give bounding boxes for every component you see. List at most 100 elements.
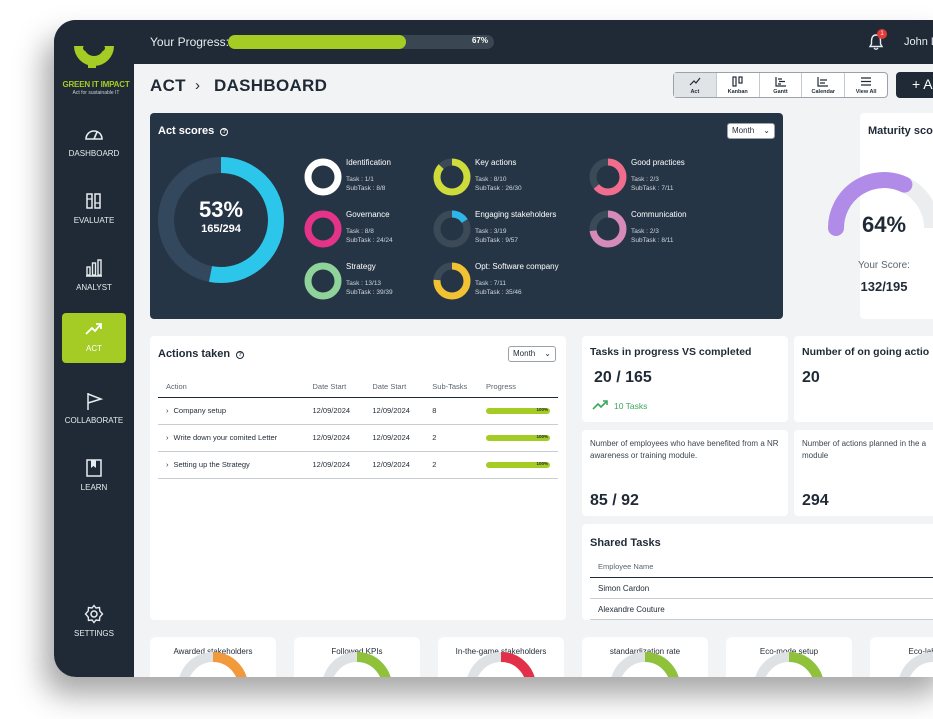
category-task: Task : 7/11 xyxy=(475,280,506,287)
category-name: Strategy xyxy=(346,262,376,271)
kpi-card: standardization rate xyxy=(582,637,708,677)
sidebar-item-act[interactable]: ACT xyxy=(62,313,126,363)
view-gantt-button[interactable]: Gantt xyxy=(760,73,803,97)
action-name: Setting up the Strategy xyxy=(173,460,250,469)
act-category-item[interactable]: Governance Task : 8/8 SubTask : 24/24 xyxy=(304,210,454,256)
progress-value: 100% xyxy=(536,460,548,466)
table-row[interactable]: › Setting up the Strategy 12/09/2024 12/0… xyxy=(158,451,558,479)
act-category-item[interactable]: Communication Task : 2/3 SubTask : 8/11 xyxy=(589,210,739,256)
trend-up-icon xyxy=(689,77,701,86)
category-donut xyxy=(304,210,342,248)
view-switcher: Act Kanban Gantt Calendar View All xyxy=(673,72,888,98)
category-subtask: SubTask : 39/39 xyxy=(346,289,393,296)
category-donut xyxy=(304,158,342,196)
column-header: Employee Name xyxy=(590,556,933,578)
chevron-down-icon: ⌄ xyxy=(544,349,551,358)
gantt-icon xyxy=(774,77,786,87)
chevron-right-icon[interactable]: › xyxy=(166,460,169,469)
category-name: Opt: Software company xyxy=(475,262,559,271)
category-subtask: SubTask : 26/30 xyxy=(475,185,522,192)
category-donut xyxy=(589,158,627,196)
view-all-button[interactable]: View All xyxy=(845,73,887,97)
help-icon[interactable]: ? xyxy=(236,351,245,359)
act-category-item[interactable]: Good practices Task : 2/3 SubTask : 7/11 xyxy=(589,158,739,204)
category-donut xyxy=(433,158,471,196)
logo[interactable]: GREEN IT IMPACT Act for sustainable IT xyxy=(60,38,130,100)
view-label: Act xyxy=(690,89,700,95)
category-name: Identification xyxy=(346,158,391,167)
help-icon[interactable]: ? xyxy=(220,128,229,136)
sidebar-item-collaborate[interactable]: COLLABORATE xyxy=(62,385,126,435)
chevron-down-icon: ⌄ xyxy=(763,126,770,135)
category-name: Engaging stakeholders xyxy=(475,210,557,219)
sidebar-item-label: ACT xyxy=(86,344,102,353)
book-icon xyxy=(86,459,102,477)
app-window: Your Progress: 67% 1 John D GREEN IT IMP… xyxy=(54,20,933,677)
chevron-right-icon[interactable]: › xyxy=(166,406,169,415)
table-row[interactable]: › Company setup 12/09/2024 12/09/2024 8 1… xyxy=(158,397,558,425)
act-category-item[interactable]: Key actions Task : 8/10 SubTask : 26/30 xyxy=(433,158,583,204)
view-label: Kanban xyxy=(727,89,748,95)
clipboard-icon xyxy=(86,193,101,209)
category-task: Task : 8/10 xyxy=(475,176,507,183)
kpi-card: Eco-mode setup xyxy=(726,637,852,677)
sidebar-item-evaluate[interactable]: EVALUATE xyxy=(62,185,126,235)
category-task: Task : 13/13 xyxy=(346,280,382,287)
period-select[interactable]: Month ⌄ xyxy=(727,123,775,139)
ongoing-actions-card: Number of on going actio 20 xyxy=(794,336,933,422)
category-donut xyxy=(433,210,471,248)
kpi-gauge xyxy=(323,652,391,677)
table-row[interactable]: › Write down your comited Letter 12/09/20… xyxy=(158,424,558,452)
subtasks: 2 xyxy=(424,451,478,479)
sidebar-item-settings[interactable]: SETTINGS xyxy=(62,598,126,648)
date-start: 12/09/2024 xyxy=(364,424,425,452)
act-category-item[interactable]: Engaging stakeholders Task : 3/19 SubTask … xyxy=(433,210,583,256)
period-select[interactable]: Month ⌄ xyxy=(508,346,556,362)
employees-value: 85 / 92 xyxy=(590,492,639,509)
view-kanban-button[interactable]: Kanban xyxy=(717,73,760,97)
view-act-button[interactable]: Act xyxy=(674,73,717,97)
user-name[interactable]: John D xyxy=(904,36,933,48)
kpi-gauge xyxy=(755,652,823,677)
act-scores-title: Act scores? xyxy=(158,125,229,137)
column-header: Date Start xyxy=(304,376,365,398)
column-header: Sub-Tasks xyxy=(424,376,478,398)
logo-subtitle: Act for sustainable IT xyxy=(72,90,120,96)
act-category-item[interactable]: Opt: Software company Task : 7/11 SubTask … xyxy=(433,262,583,308)
tasks-progress-value: 20 / 165 xyxy=(594,369,652,386)
employees-card: Number of employees who have benefited f… xyxy=(582,430,788,516)
add-button[interactable]: + A xyxy=(896,72,933,98)
date-start: 12/09/2024 xyxy=(364,451,425,479)
category-task: Task : 2/3 xyxy=(631,176,659,183)
act-category-item[interactable]: Strategy Task : 13/13 SubTask : 39/39 xyxy=(304,262,454,308)
date-start: 12/09/2024 xyxy=(304,451,365,479)
flag-icon xyxy=(87,393,104,410)
category-donut xyxy=(589,210,627,248)
view-calendar-button[interactable]: Calendar xyxy=(802,73,846,97)
breadcrumb-section[interactable]: ACT xyxy=(150,76,186,96)
sidebar-item-label: EVALUATE xyxy=(73,216,115,225)
act-category-item[interactable]: Identification Task : 1/1 SubTask : 8/8 xyxy=(304,158,454,204)
sidebar: GREEN IT IMPACT Act for sustainable IT D… xyxy=(54,20,134,677)
logo-mark-icon xyxy=(74,45,114,68)
progress-bar: 100% xyxy=(486,460,550,468)
date-start: 12/09/2024 xyxy=(364,397,425,425)
calendar-icon xyxy=(817,77,829,87)
sidebar-item-dashboard[interactable]: DASHBOARD xyxy=(62,118,126,168)
category-subtask: SubTask : 35/46 xyxy=(475,289,522,296)
table-row[interactable]: Alexandre Couture xyxy=(590,599,933,620)
category-task: Task : 8/8 xyxy=(346,228,374,235)
subtasks: 2 xyxy=(424,424,478,452)
category-subtask: SubTask : 24/24 xyxy=(346,237,393,244)
view-label: Gantt xyxy=(773,89,788,95)
sidebar-item-learn[interactable]: LEARN xyxy=(62,452,126,502)
actions-taken-title: Actions taken? xyxy=(158,348,245,360)
progress-percent: 67% xyxy=(471,36,488,45)
actions-table: Action Date Start Date Start Sub-Tasks P… xyxy=(158,376,558,479)
kpi-card: Eco-label equ xyxy=(870,637,933,677)
table-row[interactable]: Simon Cardon xyxy=(590,578,933,599)
sidebar-item-analyst[interactable]: ANALYST xyxy=(62,252,126,302)
sidebar-item-label: SETTINGS xyxy=(73,629,114,638)
category-task: Task : 1/1 xyxy=(346,176,374,183)
chevron-right-icon[interactable]: › xyxy=(166,433,169,442)
